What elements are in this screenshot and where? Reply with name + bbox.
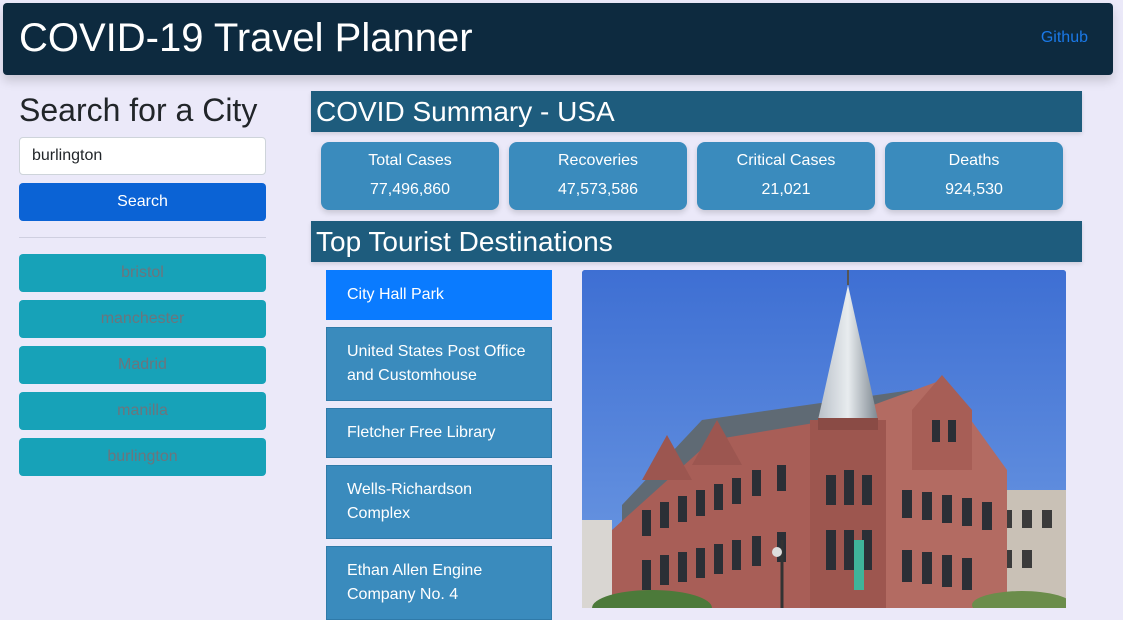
stat-label: Total Cases xyxy=(368,152,452,169)
stat-value: 47,573,586 xyxy=(557,181,639,198)
stat-label: Recoveries xyxy=(557,152,639,169)
stat-card-deaths: Deaths 924,530 xyxy=(885,142,1063,210)
history-item-bristol[interactable]: bristol xyxy=(19,254,266,292)
history-item-manchester[interactable]: manchester xyxy=(19,300,266,338)
history-item-manilla[interactable]: manilla xyxy=(19,392,266,430)
github-link[interactable]: Github xyxy=(1041,29,1088,47)
destination-item[interactable]: Fletcher Free Library xyxy=(326,408,552,458)
divider xyxy=(19,237,266,238)
sidebar: Search for a City Search bristol manches… xyxy=(19,92,266,484)
navbar: COVID-19 Travel Planner Github xyxy=(3,3,1113,75)
building-photo xyxy=(582,270,1066,608)
stat-card-recoveries: Recoveries 47,573,586 xyxy=(509,142,687,210)
city-search-input[interactable] xyxy=(19,137,266,175)
stat-card-total-cases: Total Cases 77,496,860 xyxy=(321,142,499,210)
history-item-madrid[interactable]: Madrid xyxy=(19,346,266,384)
stat-label: Critical Cases xyxy=(736,152,836,169)
covid-summary-header: COVID Summary - USA xyxy=(311,91,1082,132)
search-title: Search for a City xyxy=(19,92,258,128)
destination-photo xyxy=(582,270,1066,608)
stat-value: 21,021 xyxy=(761,181,811,198)
destination-item[interactable]: City Hall Park xyxy=(326,270,552,320)
stat-label: Deaths xyxy=(948,152,1000,169)
stat-card-critical-cases: Critical Cases 21,021 xyxy=(697,142,875,210)
app-title: COVID-19 Travel Planner xyxy=(19,16,473,60)
destination-item[interactable]: United States Post Office and Customhous… xyxy=(326,327,552,401)
destination-item[interactable]: Wells-Richardson Complex xyxy=(326,465,552,539)
stat-value: 77,496,860 xyxy=(369,181,451,198)
search-button[interactable]: Search xyxy=(19,183,266,221)
destination-item[interactable]: Ethan Allen Engine Company No. 4 xyxy=(326,546,552,620)
history-item-burlington[interactable]: burlington xyxy=(19,438,266,476)
stat-value: 924,530 xyxy=(945,181,1003,198)
search-history: bristol manchester Madrid manilla burlin… xyxy=(19,254,266,476)
destinations-header: Top Tourist Destinations xyxy=(311,221,1082,262)
